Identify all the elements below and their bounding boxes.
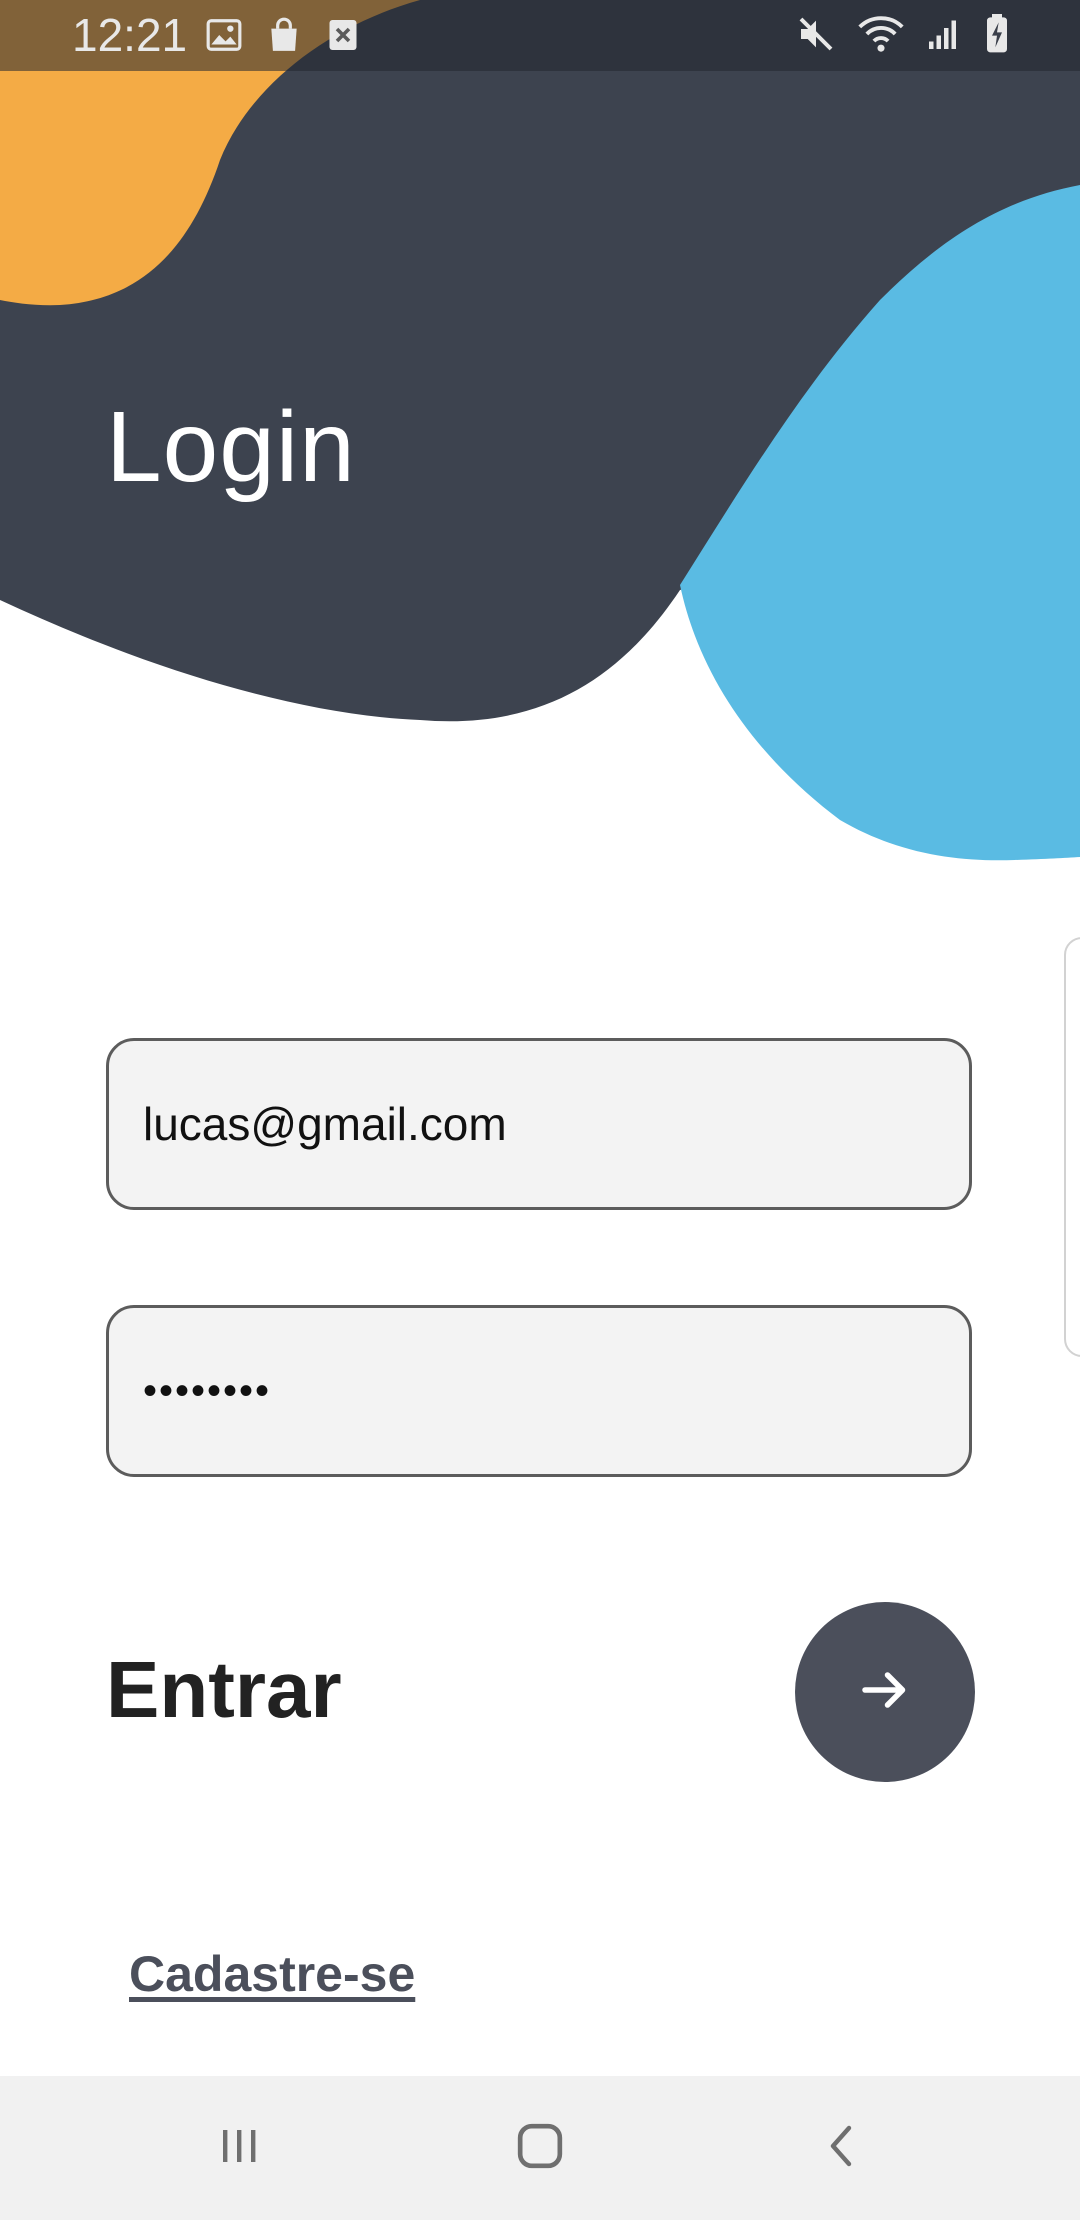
register-link[interactable]: Cadastre-se (129, 1945, 415, 2003)
status-bar: 12:21 (0, 0, 1080, 71)
shopping-bag-icon (265, 16, 303, 54)
home-icon (512, 2118, 568, 2179)
status-time: 12:21 (72, 9, 188, 61)
home-button[interactable] (500, 2118, 580, 2178)
signal-icon (926, 16, 962, 52)
password-input[interactable] (143, 1308, 933, 1474)
image-icon (205, 16, 243, 54)
mute-icon (796, 14, 836, 54)
page-title: Login (106, 391, 356, 503)
arrow-right-icon (855, 1660, 915, 1725)
recent-apps-button[interactable] (199, 2118, 279, 2178)
password-field[interactable] (106, 1305, 972, 1477)
battery-charging-icon (984, 14, 1010, 54)
back-button[interactable] (803, 2118, 883, 2178)
email-field[interactable] (106, 1038, 972, 1210)
email-input[interactable] (143, 1041, 933, 1207)
navigation-bar (0, 2076, 1080, 2220)
back-icon (819, 2118, 867, 2179)
submit-button[interactable] (795, 1602, 975, 1782)
submit-label: Entrar (106, 1645, 342, 1734)
recent-apps-icon (215, 2121, 263, 2176)
side-drawer-handle[interactable] (1064, 937, 1080, 1357)
close-box-icon (325, 16, 361, 54)
wifi-icon (858, 14, 904, 54)
